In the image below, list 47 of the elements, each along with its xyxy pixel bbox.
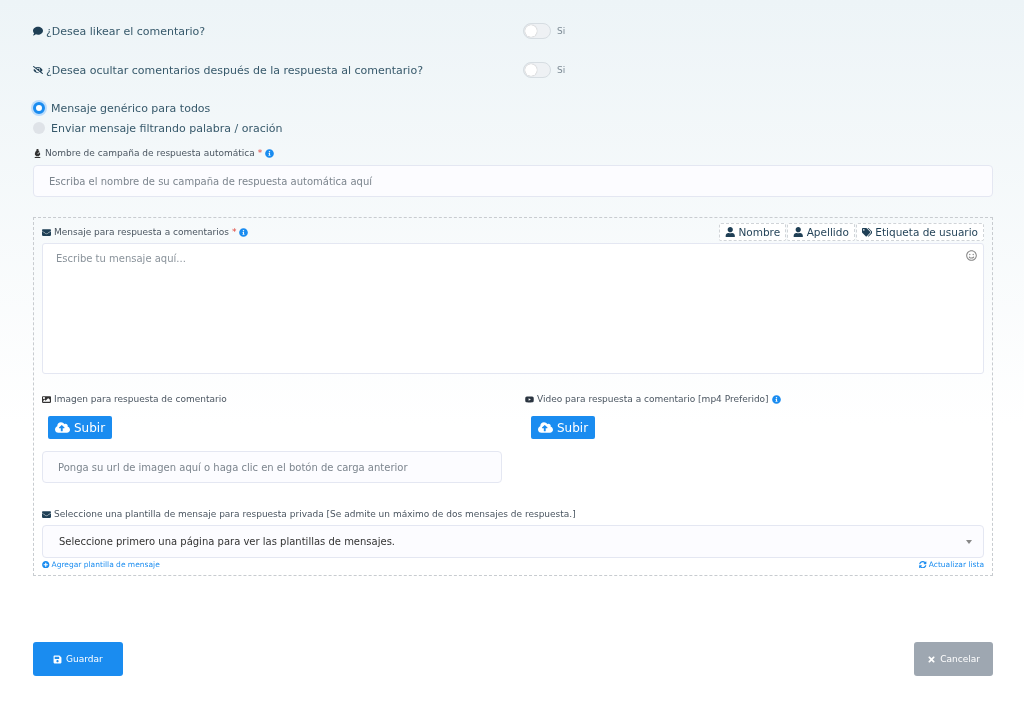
info-icon[interactable] — [771, 394, 781, 404]
required-mark: * — [257, 148, 263, 158]
field-label: Nombre de campaña de respuesta automática — [45, 148, 255, 158]
tags-icon — [861, 226, 873, 238]
pawn-icon — [33, 148, 42, 158]
image-url-input[interactable]: Ponga su url de imagen aquí o haga clic en el botón de carga anterior — [42, 451, 502, 483]
radio-label: Mensaje genérico para todos — [51, 101, 211, 115]
speech-bubble-icon — [33, 26, 43, 36]
insert-tag-button[interactable]: Nombre — [718, 223, 787, 241]
field-label: Imagen para respuesta de comentario — [54, 394, 227, 404]
eye-slash-icon — [33, 65, 43, 75]
image-icon — [42, 394, 51, 404]
cloud-upload-icon — [55, 420, 70, 435]
toggle-switch[interactable] — [523, 62, 551, 78]
toggle-label: ¿Desea likear el comentario? — [46, 24, 206, 38]
template-select[interactable]: Seleccione primero una página para ver las plantillas de mensajes. — [42, 525, 984, 558]
insert-tag-button[interactable]: Etiqueta de usuario — [855, 223, 984, 241]
radio-button[interactable] — [33, 102, 45, 114]
close-icon — [927, 654, 937, 664]
field-label: Mensaje para respuesta a comentarios — [54, 227, 229, 237]
campaign-name-input[interactable]: Escriba el nombre de su campaña de respuesta automática aquí — [33, 165, 993, 197]
upload-button[interactable]: Subir — [531, 416, 596, 439]
info-icon[interactable] — [239, 227, 249, 237]
message-textarea[interactable]: Escribe tu mensaje aquí... — [42, 243, 984, 374]
envelope-icon — [42, 227, 51, 237]
required-mark: * — [231, 227, 237, 237]
user-icon — [793, 226, 804, 238]
refresh-icon — [919, 560, 927, 569]
toggle-state-label: Si — [557, 26, 566, 36]
save-button[interactable]: Guardar — [33, 642, 123, 676]
info-icon[interactable] — [265, 148, 275, 158]
caret-icon — [966, 539, 972, 544]
video-icon — [525, 394, 534, 404]
toggle-state-label: Si — [557, 65, 566, 75]
toggle-switch[interactable] — [523, 23, 551, 39]
field-label: Seleccione una plantilla de mensaje para respuesta privada [Se admite un máximo de dos mensajes de respuesta.] — [54, 509, 576, 519]
save-icon — [53, 654, 62, 664]
emoji-icon[interactable] — [966, 250, 977, 261]
toggle-label: ¿Desea ocultar comentarios después de la respuesta al comentario? — [46, 63, 423, 77]
cancel-button[interactable]: Cancelar — [914, 642, 993, 676]
insert-tag-button[interactable]: Apellido — [787, 223, 855, 241]
radio-label: Enviar mensaje filtrando palabra / oración — [51, 121, 283, 135]
field-label: Video para respuesta a comentario [mp4 Preferido] — [537, 394, 769, 404]
user-icon — [724, 226, 736, 238]
upload-button[interactable]: Subir — [48, 416, 113, 439]
cloud-upload-icon — [538, 420, 553, 435]
envelope-icon — [42, 509, 51, 519]
